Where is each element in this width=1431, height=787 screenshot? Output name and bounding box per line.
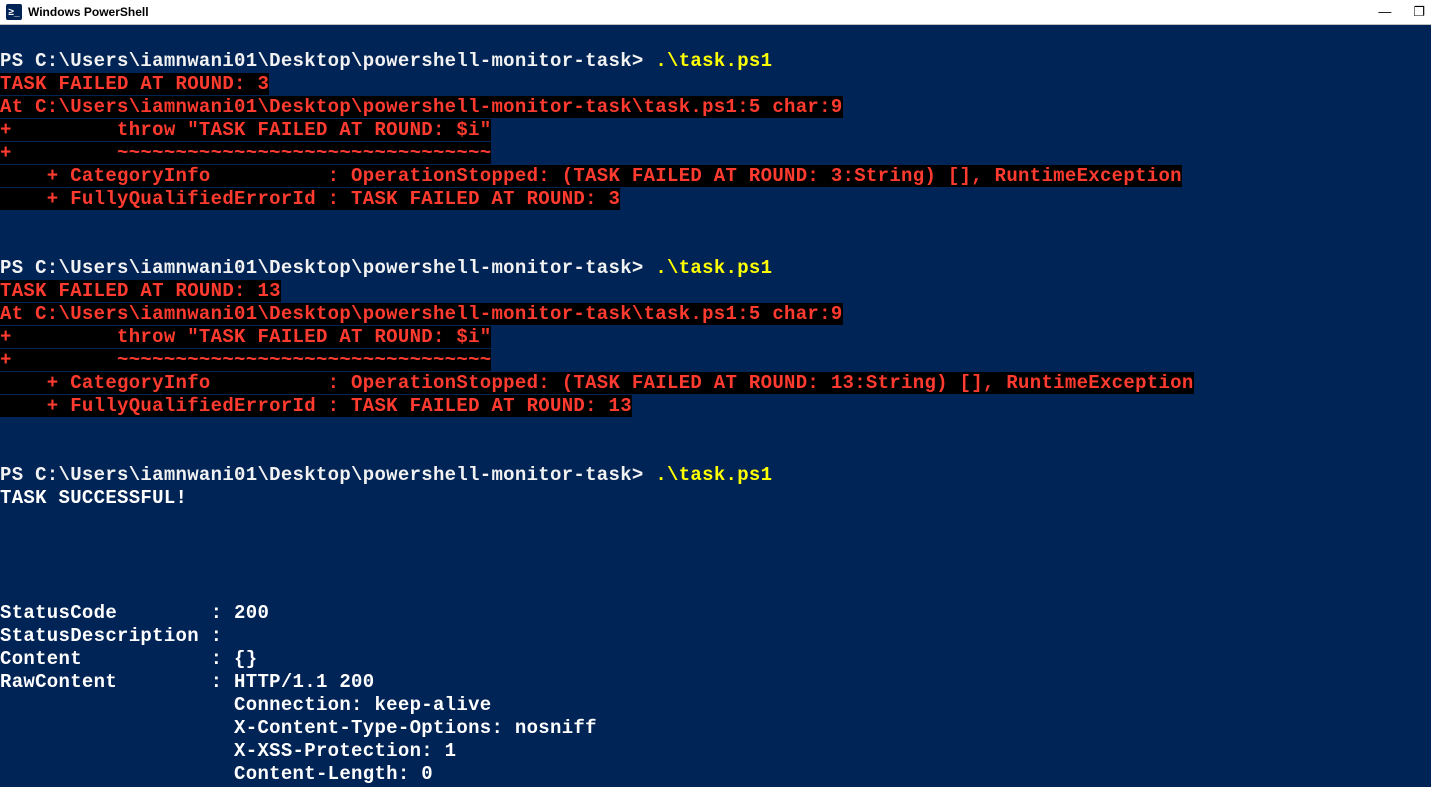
error-id: + FullyQualifiedErrorId : TASK FAILED AT… <box>0 188 620 210</box>
blank-line <box>0 418 1431 441</box>
window-titlebar: ≥_ Windows PowerShell — ❐ <box>0 0 1431 25</box>
prompt-path: PS C:\Users\iamnwani01\Desktop\powershel… <box>0 257 655 279</box>
window-title: Windows PowerShell <box>28 5 149 19</box>
response-line: StatusCode : 200 <box>0 602 269 624</box>
response-line: RawContent : HTTP/1.1 200 <box>0 671 374 693</box>
error-line: + ~~~~~~~~~~~~~~~~~~~~~~~~~~~~~~~~ <box>0 349 491 371</box>
prompt-path: PS C:\Users\iamnwani01\Desktop\powershel… <box>0 464 655 486</box>
error-line: + throw "TASK FAILED AT ROUND: $i" <box>0 119 491 141</box>
error-line: + ~~~~~~~~~~~~~~~~~~~~~~~~~~~~~~~~ <box>0 142 491 164</box>
error-line: TASK FAILED AT ROUND: 3 <box>0 73 269 95</box>
error-line: + throw "TASK FAILED AT ROUND: $i" <box>0 326 491 348</box>
response-line: X-XSS-Protection: 1 <box>0 740 456 762</box>
command-text: .\task.ps1 <box>655 257 772 279</box>
response-line: StatusDescription : <box>0 625 222 647</box>
minimize-button[interactable]: — <box>1378 0 1391 24</box>
error-category: + CategoryInfo : OperationStopped: (TASK… <box>0 372 1194 394</box>
error-category: + CategoryInfo : OperationStopped: (TASK… <box>0 165 1182 187</box>
blank-line <box>0 510 1431 533</box>
response-line: Content-Length: 0 <box>0 763 433 785</box>
error-id: + FullyQualifiedErrorId : TASK FAILED AT… <box>0 395 632 417</box>
maximize-button[interactable]: ❐ <box>1413 0 1425 24</box>
prompt-path: PS C:\Users\iamnwani01\Desktop\powershel… <box>0 50 655 72</box>
blank-line <box>0 211 1431 234</box>
command-text: .\task.ps1 <box>655 50 772 72</box>
window-controls: — ❐ <box>1378 0 1425 24</box>
powershell-icon: ≥_ <box>6 4 22 20</box>
error-line: At C:\Users\iamnwani01\Desktop\powershel… <box>0 303 843 325</box>
success-message: TASK SUCCESSFUL! <box>0 487 187 509</box>
response-line: Connection: keep-alive <box>0 694 491 716</box>
blank-line <box>0 556 1431 579</box>
command-text: .\task.ps1 <box>655 464 772 486</box>
terminal-output[interactable]: PS C:\Users\iamnwani01\Desktop\powershel… <box>0 25 1431 787</box>
response-line: Content : {} <box>0 648 257 670</box>
error-line: TASK FAILED AT ROUND: 13 <box>0 280 281 302</box>
error-line: At C:\Users\iamnwani01\Desktop\powershel… <box>0 96 843 118</box>
response-line: X-Content-Type-Options: nosniff <box>0 717 597 739</box>
